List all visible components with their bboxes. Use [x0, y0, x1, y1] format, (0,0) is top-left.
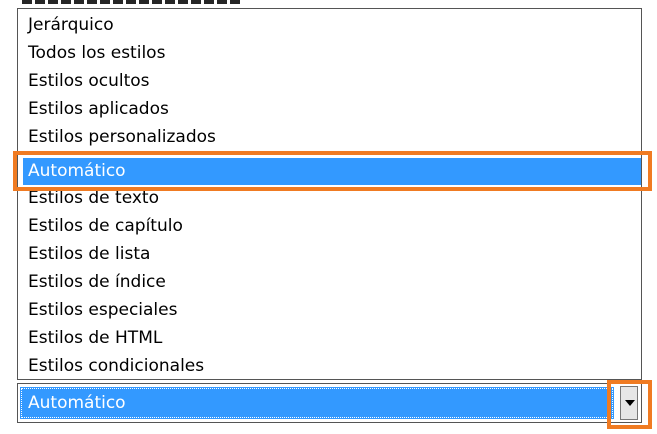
list-item-estilos-personalizados[interactable]: Estilos personalizados: [28, 124, 640, 151]
style-filter-list[interactable]: Jerárquico Todos los estilos Estilos ocu…: [17, 8, 642, 380]
list-item-estilos-aplicados[interactable]: Estilos aplicados: [28, 96, 640, 123]
list-item-estilos-de-capitulo[interactable]: Estilos de capítulo: [28, 213, 640, 240]
list-item-estilos-condicionales[interactable]: Estilos condicionales: [28, 353, 640, 380]
chevron-down-icon: [625, 400, 635, 406]
list-item-estilos-de-lista[interactable]: Estilos de lista: [28, 241, 640, 268]
list-item-jerarquico[interactable]: Jerárquico: [28, 12, 640, 39]
list-item-automatico-selected[interactable]: Automático: [23, 158, 641, 185]
list-item-estilos-de-html[interactable]: Estilos de HTML: [28, 325, 640, 352]
clipped-window-edge: [22, 0, 242, 8]
combobox-current-value[interactable]: Automático: [20, 387, 614, 419]
list-item-estilos-ocultos[interactable]: Estilos ocultos: [28, 68, 640, 95]
list-item-estilos-de-indice[interactable]: Estilos de índice: [28, 269, 640, 296]
combobox-dropdown-button[interactable]: [620, 386, 638, 420]
list-item-todos-los-estilos[interactable]: Todos los estilos: [28, 40, 640, 67]
list-item-estilos-especiales[interactable]: Estilos especiales: [28, 297, 640, 324]
list-item-estilos-de-texto[interactable]: Estilos de texto: [28, 185, 640, 212]
screenshot-stage: Jerárquico Todos los estilos Estilos ocu…: [0, 0, 657, 434]
style-filter-combobox[interactable]: Automático: [17, 383, 642, 423]
